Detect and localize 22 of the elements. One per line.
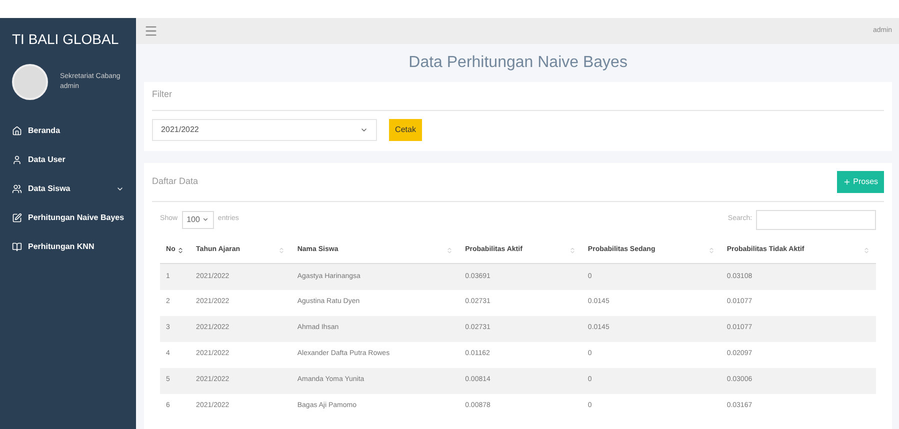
chevron-icon [202,216,209,223]
sidebar-item[interactable]: Data Siswa [0,174,136,203]
page-size-select[interactable]: 100 [182,210,214,228]
menu-icon [12,242,22,252]
sidebar-item[interactable]: Data User [0,145,136,174]
year-select[interactable]: 2021/2022 [152,118,378,140]
brand-title: TI BALI GLOBAL [11,30,120,48]
menu-icon[interactable] [144,24,158,38]
menu-icon [12,184,22,194]
print-button[interactable]: Cetak [389,118,422,140]
filter-title: Filter [152,88,884,110]
menu-icon [12,154,22,164]
sidebar-item[interactable]: Beranda [0,116,136,145]
sidebar-item[interactable]: Perhitungan KNN [0,232,136,261]
search-field[interactable] [756,210,876,230]
menu-icon [12,126,22,136]
menu-icon [12,212,22,222]
card-title: Daftar Data [152,174,198,188]
page-title: Data Perhitungan Naive Bayes [408,53,628,73]
plus-icon [843,178,852,186]
avatar [12,64,48,100]
sidebar-item[interactable]: Perhitungan Naive Bayes [0,203,136,232]
